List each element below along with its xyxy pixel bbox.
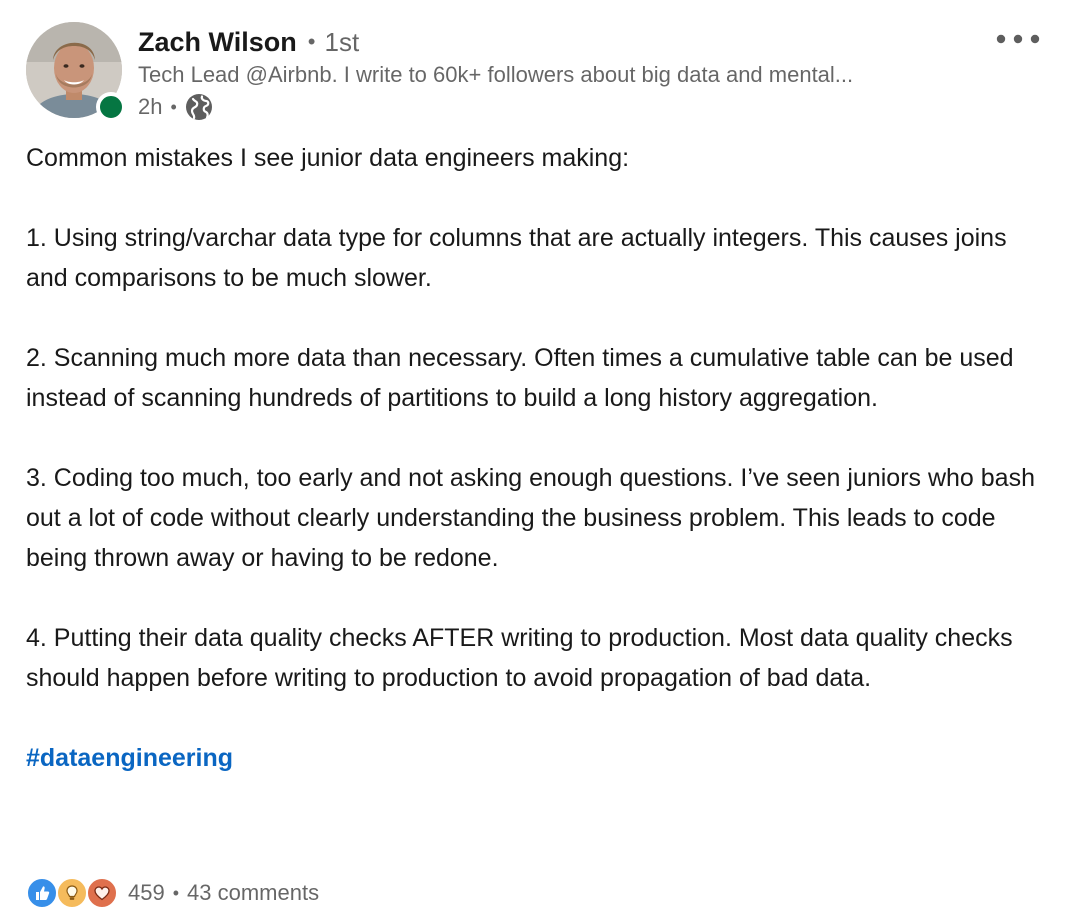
meta-separator: • [170,96,177,117]
social-separator: • [172,882,180,903]
insightful-icon [56,877,88,909]
hashtag-link[interactable]: #dataengineering [26,744,233,772]
post-point-4: 4. Putting their data quality checks AFT… [26,624,1013,692]
online-status-indicator [96,92,126,122]
post-body: Common mistakes I see junior data engine… [26,138,1036,818]
post-intro: Common mistakes I see junior data engine… [26,144,630,172]
post-timestamp: 2h [138,94,163,119]
globe-icon [185,93,213,121]
post-meta: 2h • [138,92,213,122]
post-point-2: 2. Scanning much more data than necessar… [26,344,1014,412]
feed-post: Zach Wilson • 1st Tech Lead @Airbnb. I w… [0,0,1066,920]
post-point-3: 3. Coding too much, too early and not as… [26,464,1035,572]
post-point-1: 1. Using string/varchar data type for co… [26,224,1007,292]
like-icon [26,877,58,909]
comments-count-link[interactable]: 43 comments [187,880,319,906]
author-name-row: Zach Wilson • 1st [138,24,359,60]
connection-degree: 1st [324,26,360,57]
social-counts: 459 • 43 comments [26,876,319,910]
name-separator: • [307,29,316,54]
author-name[interactable]: Zach Wilson [138,27,297,58]
love-icon [86,877,118,909]
author-headline: Tech Lead @Airbnb. I write to 60k+ follo… [138,62,854,87]
ellipsis-icon [996,34,1040,44]
reaction-count[interactable]: 459 [128,880,165,906]
author-avatar[interactable] [26,22,126,122]
more-options-button[interactable] [988,22,1048,56]
reaction-icons[interactable] [26,877,118,909]
